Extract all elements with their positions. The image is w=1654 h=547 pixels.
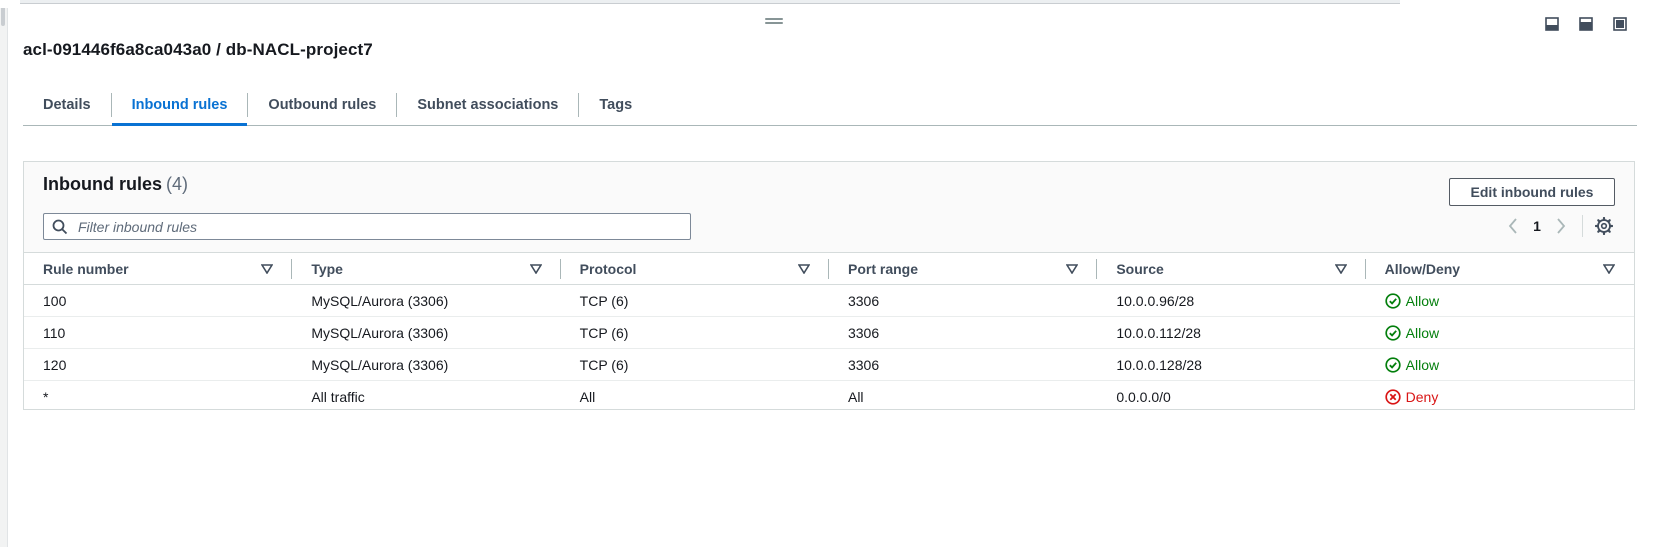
cell-type: MySQL/Aurora (3306) [292,316,561,349]
col-label: Source [1116,260,1164,277]
table-row[interactable]: * All traffic All All 0.0.0.0/0 Deny [24,381,1634,413]
rule-count: (4) [166,174,188,194]
tab-bar: Details Inbound rules Outbound rules Sub… [23,88,1637,126]
filter-box [43,213,691,240]
cell-rule-number: 120 [24,348,293,381]
col-header-port-range[interactable]: Port range [828,252,1098,285]
col-header-allow-deny[interactable]: Allow/Deny [1365,252,1634,285]
status-allow: Allow [1384,356,1615,373]
col-label: Type [311,260,343,277]
status-allow: Allow [1384,324,1615,341]
sort-icon[interactable] [797,263,810,275]
cell-port-range: 3306 [828,284,1098,317]
sort-icon[interactable] [261,263,274,275]
cell-rule-number: * [43,388,49,405]
sort-icon[interactable] [1334,263,1347,275]
resize-handle[interactable] [765,18,783,26]
sort-icon[interactable] [1066,263,1079,275]
cell-protocol: TCP (6) [560,348,829,381]
status-allow: Allow [1384,292,1615,309]
col-label: Rule number [43,260,129,277]
page-title: acl-091446f6a8ca043a0 / db-NACL-project7 [23,40,373,59]
col-header-rule-number[interactable]: Rule number [24,252,293,285]
panel-bottom-icon[interactable] [1542,14,1562,34]
col-header-protocol[interactable]: Protocol [560,252,829,285]
col-label: Allow/Deny [1384,260,1461,277]
cell-type: MySQL/Aurora (3306) [292,284,561,317]
horizontal-scrollbar[interactable] [20,0,1400,4]
col-header-source[interactable]: Source [1097,252,1366,285]
check-circle-icon [1384,292,1401,309]
inbound-rules-panel: Inbound rules(4) Edit inbound rules 1 [23,161,1635,410]
page-number[interactable]: 1 [1524,218,1550,234]
cell-type: All traffic [311,388,365,405]
sort-icon[interactable] [1603,263,1615,275]
filter-input[interactable] [76,217,690,236]
tab-tags[interactable]: Tags [579,88,652,124]
check-circle-icon [1384,356,1401,373]
pager-divider [1582,215,1583,237]
table-header-row: Rule number Type Protocol Port range Sou… [24,252,1634,285]
left-scrollbar[interactable] [0,0,8,547]
status-text: Deny [1405,388,1439,405]
cell-protocol: TCP (6) [560,284,829,317]
panel-header: Inbound rules(4) Edit inbound rules 1 [24,162,1634,252]
edit-inbound-rules-button[interactable]: Edit inbound rules [1449,178,1615,206]
cell-allow-deny: Allow [1365,284,1634,317]
cell-allow-deny: Deny [1366,381,1634,413]
rules-table: Rule number Type Protocol Port range Sou… [24,252,1634,412]
table-row[interactable]: 100 MySQL/Aurora (3306) TCP (6) 3306 10.… [24,284,1634,317]
cell-source: 10.0.0.112/28 [1097,316,1366,349]
chevron-right-icon[interactable] [1550,215,1572,237]
tab-inbound-rules[interactable]: Inbound rules [111,88,248,126]
cell-port-range: All [847,388,864,405]
cell-rule-number: 110 [24,316,293,349]
col-header-type[interactable]: Type [292,252,561,285]
panel-title: Inbound rules (4) [43,174,188,195]
status-text: Allow [1405,356,1440,373]
search-icon [52,219,68,235]
cell-allow-deny: Allow [1365,316,1634,349]
layout-buttons [1542,14,1630,34]
cell-type: MySQL/Aurora (3306) [292,348,561,381]
chevron-left-icon[interactable] [1502,215,1524,237]
sort-icon[interactable] [529,263,542,275]
table-row[interactable]: 120 MySQL/Aurora (3306) TCP (6) 3306 10.… [24,348,1634,381]
cell-allow-deny: Allow [1365,348,1634,381]
tab-outbound-rules[interactable]: Outbound rules [248,88,396,124]
col-label: Protocol [579,260,637,277]
pagination: 1 [1502,211,1615,241]
cell-source: 10.0.0.96/28 [1097,284,1366,317]
cell-port-range: 3306 [828,348,1098,381]
table-row[interactable]: 110 MySQL/Aurora (3306) TCP (6) 3306 10.… [24,316,1634,349]
cell-protocol: TCP (6) [560,316,829,349]
gear-icon[interactable] [1593,215,1615,237]
cell-source: 10.0.0.128/28 [1097,348,1366,381]
cell-source: 0.0.0.0/0 [1116,388,1171,405]
x-circle-icon [1384,388,1401,405]
status-text: Allow [1405,324,1440,341]
cell-port-range: 3306 [828,316,1098,349]
cell-rule-number: 100 [24,284,293,317]
cell-protocol: All [579,388,596,405]
check-circle-icon [1384,324,1401,341]
col-label: Port range [847,260,918,277]
panel-title-text: Inbound rules [43,174,162,194]
status-deny: Deny [1384,388,1615,405]
tab-subnet-associations[interactable]: Subnet associations [397,88,578,124]
tab-details[interactable]: Details [23,88,111,124]
status-text: Allow [1405,292,1440,309]
panel-side-icon[interactable] [1576,14,1596,34]
panel-full-icon[interactable] [1610,14,1630,34]
